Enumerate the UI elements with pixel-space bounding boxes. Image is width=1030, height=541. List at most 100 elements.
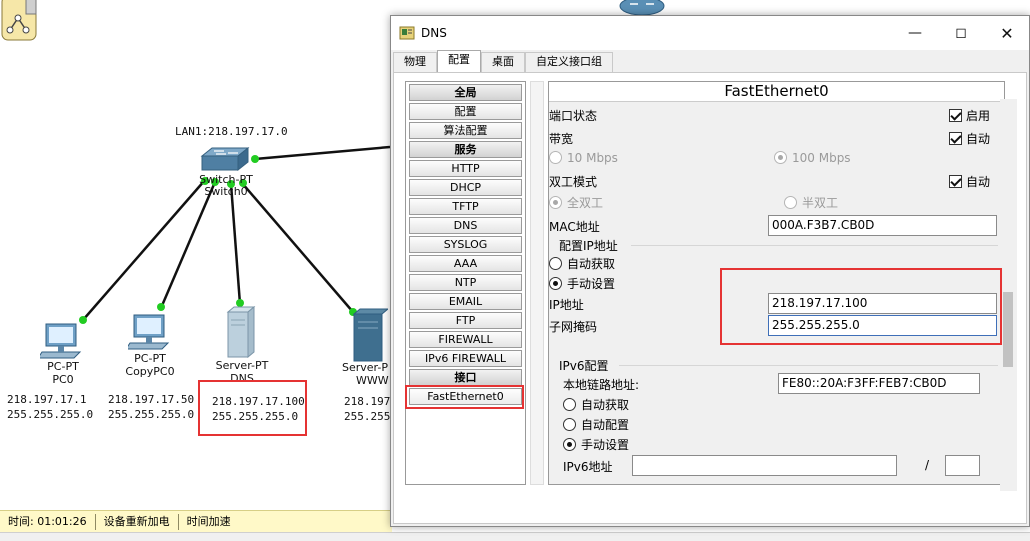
- radio-icon: [563, 418, 576, 431]
- ipv6-config-label: IPv6配置: [559, 359, 609, 373]
- ip-config-label: 配置IP地址: [559, 239, 618, 253]
- mac-address-field[interactable]: 000A.F3B7.CB0D: [768, 215, 997, 236]
- link-switch-www[interactable]: [241, 182, 354, 313]
- tab-desktop[interactable]: 桌面: [481, 52, 525, 72]
- radio-icon: [549, 151, 562, 164]
- nav-item-firewall[interactable]: FIREWALL: [409, 331, 522, 348]
- bandwidth-label: 带宽: [549, 132, 574, 146]
- switch-icon[interactable]: [198, 146, 250, 176]
- link-local-field[interactable]: FE80::20A:F3FF:FEB7:CB0D: [778, 373, 980, 394]
- link-switch-dns[interactable]: [229, 183, 242, 305]
- radio-icon: [774, 151, 787, 164]
- full-duplex-radio[interactable]: 全双工: [549, 194, 603, 211]
- bandwidth-100-radio[interactable]: 100 Mbps: [774, 151, 851, 165]
- nav-item-tftp[interactable]: TFTP: [409, 198, 522, 215]
- pc-icon[interactable]: [128, 313, 172, 351]
- mac-label: MAC地址: [549, 220, 600, 234]
- power-cycle-button[interactable]: 设备重新加电: [96, 513, 179, 530]
- checkbox-icon: [949, 109, 962, 122]
- fastethernet-highlight: [405, 385, 524, 409]
- device-name-label: PC0: [52, 373, 74, 386]
- radio-icon: [563, 438, 576, 451]
- ipv6-autoconfig-radio[interactable]: 自动配置: [563, 416, 629, 433]
- minimize-icon[interactable]: —: [892, 16, 938, 50]
- config-nav-list: 全局 配置 算法配置 服务 HTTP DHCP TFTP DNS SYSLOG …: [405, 81, 526, 485]
- router-icon[interactable]: [618, 0, 666, 16]
- ipv6-dhcp-radio[interactable]: 自动获取: [563, 396, 629, 413]
- lan-label: LAN1:218.197.17.0: [175, 125, 288, 138]
- nav-item-ftp[interactable]: FTP: [409, 312, 522, 329]
- port-status-toggle[interactable]: 启用: [949, 107, 990, 124]
- nav-item-ipv6-firewall[interactable]: IPv6 FIREWALL: [409, 350, 522, 367]
- server-icon[interactable]: [352, 308, 388, 362]
- device-name-label: CopyPC0: [125, 365, 175, 378]
- nav-scrollbar[interactable]: [530, 81, 544, 485]
- fast-forward-button[interactable]: 时间加速: [179, 514, 239, 530]
- nav-header-global: 全局: [409, 84, 522, 101]
- port-indicator: [251, 155, 259, 163]
- nav-item-dns[interactable]: DNS: [409, 217, 522, 234]
- auto-label: 自动: [966, 132, 991, 146]
- bw-10-label: 10 Mbps: [567, 151, 618, 165]
- radio-icon: [563, 398, 576, 411]
- dhcp-label: 自动获取: [567, 257, 616, 271]
- ipv6-static-radio[interactable]: 手动设置: [563, 436, 629, 453]
- radio-icon: [549, 257, 562, 270]
- nav-item-ntp[interactable]: NTP: [409, 274, 522, 291]
- prefix-slash: /: [925, 458, 930, 472]
- nav-header-interface: 接口: [409, 369, 522, 386]
- panel-scrollbar[interactable]: [1000, 99, 1017, 491]
- close-icon[interactable]: ✕: [984, 16, 1030, 50]
- device-ip-label: 218.197.17.50: [108, 393, 195, 406]
- full-duplex-label: 全双工: [567, 196, 604, 210]
- device-ip-label: 218.197.17.1: [7, 393, 87, 406]
- nav-item-dhcp[interactable]: DHCP: [409, 179, 522, 196]
- nav-item-aaa[interactable]: AAA: [409, 255, 522, 272]
- port-indicator: [157, 303, 165, 311]
- app-icon: [399, 26, 415, 40]
- ip-static-radio[interactable]: 手动设置: [549, 275, 615, 292]
- nav-item-email[interactable]: EMAIL: [409, 293, 522, 310]
- cluster-tool-icon[interactable]: [0, 0, 38, 42]
- device-name-label: WWW: [356, 374, 389, 387]
- checkbox-icon: [949, 175, 962, 188]
- device-mask-label: 255.255.255.0: [108, 408, 195, 421]
- checkbox-icon: [949, 132, 962, 145]
- ipv6-address-field[interactable]: [632, 455, 897, 476]
- tab-physical[interactable]: 物理: [393, 52, 437, 72]
- duplex-auto-toggle[interactable]: 自动: [949, 173, 990, 190]
- link-local-label: 本地链路地址:: [563, 378, 640, 392]
- scroll-thumb[interactable]: [1003, 292, 1013, 367]
- link-switch-router[interactable]: [254, 145, 391, 161]
- nav-item-settings[interactable]: 配置: [409, 103, 522, 120]
- dns-device-window: DNS — ◻ ✕ 物理 配置 桌面 自定义接口组 全局 配置 算法配置 服务 …: [390, 15, 1030, 527]
- pc-icon[interactable]: [40, 322, 84, 360]
- mask-label: 子网掩码: [549, 320, 598, 334]
- tab-config[interactable]: 配置: [437, 50, 481, 72]
- nav-item-syslog[interactable]: SYSLOG: [409, 236, 522, 253]
- bandwidth-10-radio[interactable]: 10 Mbps: [549, 151, 618, 165]
- radio-icon: [784, 196, 797, 209]
- tab-custom-interface[interactable]: 自定义接口组: [525, 52, 613, 72]
- status-bar: 时间: 01:01:26 设备重新加电 时间加速: [0, 510, 392, 532]
- bw-100-label: 100 Mbps: [792, 151, 851, 165]
- group-divider: [619, 365, 998, 366]
- half-duplex-radio[interactable]: 半双工: [784, 194, 838, 211]
- ip-dhcp-radio[interactable]: 自动获取: [549, 255, 615, 272]
- ipv6-autoconfig-label: 自动配置: [581, 418, 630, 432]
- port-on-label: 启用: [966, 109, 991, 123]
- ipv6-prefix-field[interactable]: [945, 455, 980, 476]
- window-titlebar[interactable]: DNS — ◻ ✕: [391, 16, 1029, 50]
- radio-icon: [549, 196, 562, 209]
- ipv6-addr-label: IPv6地址: [563, 460, 613, 474]
- switch-name-label: Switch0: [204, 185, 248, 198]
- duplex-label: 双工模式: [549, 175, 598, 189]
- static-label: 手动设置: [567, 277, 616, 291]
- server-icon[interactable]: [226, 306, 256, 358]
- auto-label: 自动: [966, 175, 991, 189]
- bandwidth-auto-toggle[interactable]: 自动: [949, 130, 990, 147]
- nav-item-http[interactable]: HTTP: [409, 160, 522, 177]
- ipv6-static-label: 手动设置: [581, 438, 630, 452]
- nav-item-algorithm[interactable]: 算法配置: [409, 122, 522, 139]
- maximize-icon[interactable]: ◻: [938, 16, 984, 50]
